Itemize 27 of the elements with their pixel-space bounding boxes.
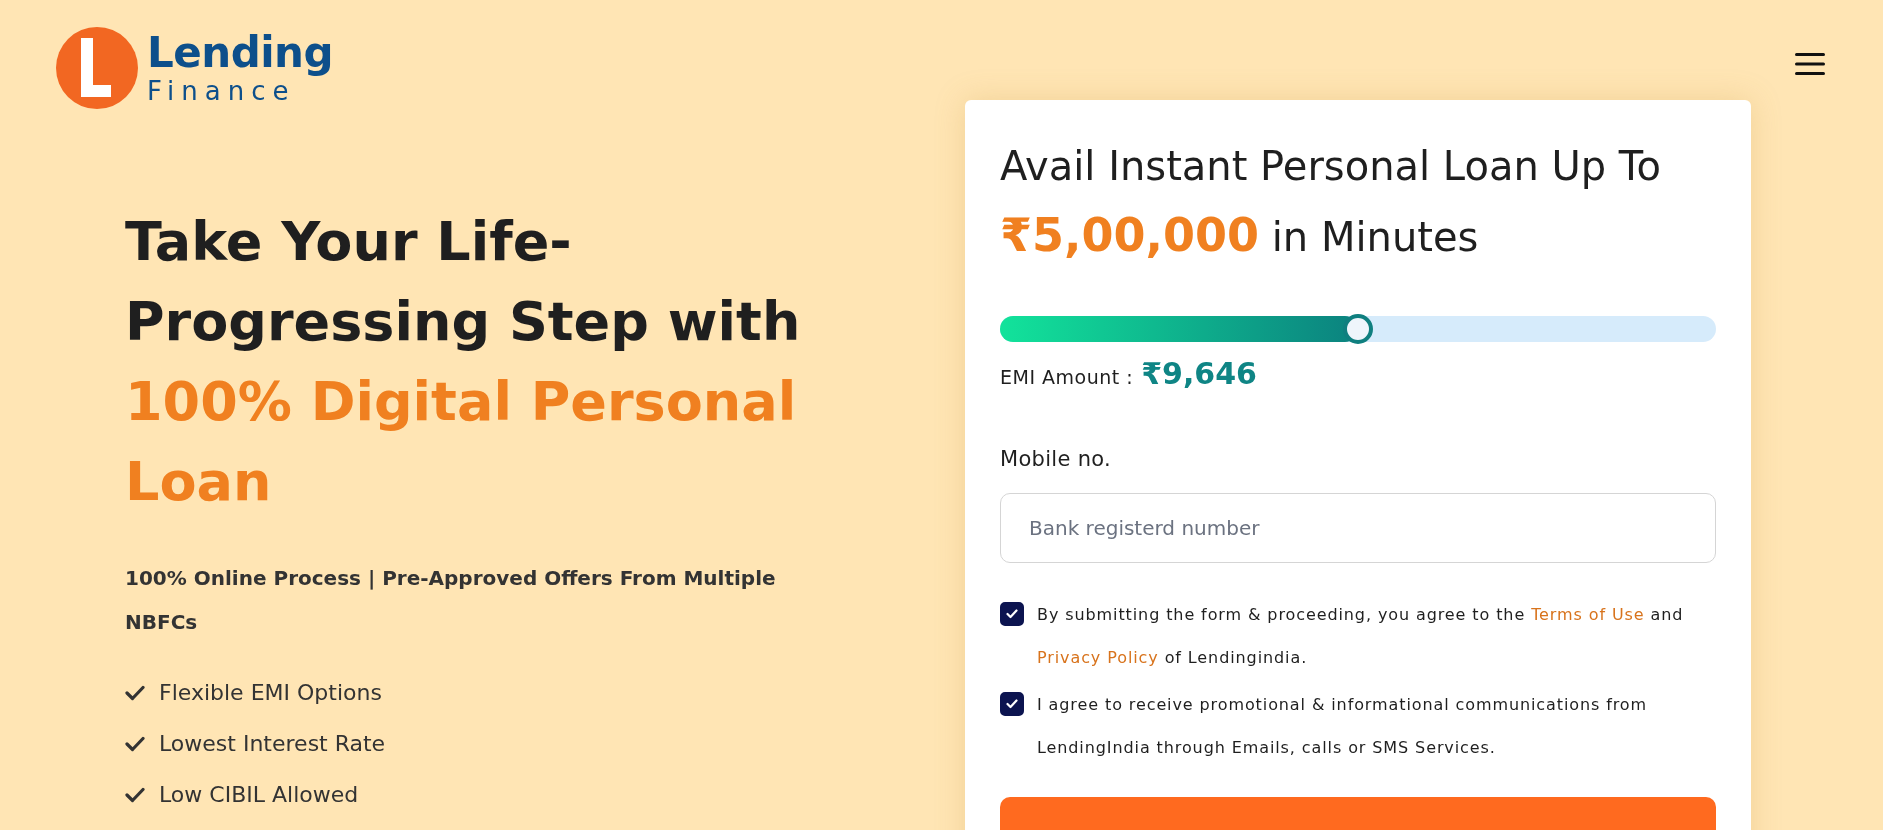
logo-tagline: Finance [147, 78, 297, 104]
logo-wordmark: Lending [147, 32, 334, 74]
mobile-input[interactable]: Bank registerd number [1000, 493, 1716, 563]
hero-subtitle: 100% Online Process | Pre-Approved Offers From Multiple NBFCs [125, 565, 777, 636]
check-icon [125, 735, 145, 752]
logo-icon [55, 26, 139, 110]
emi-value: ₹9,646 [1141, 356, 1257, 391]
consent-checkbox[interactable] [1000, 692, 1024, 716]
feature-text: Low CIBIL Allowed [159, 782, 359, 807]
check-icon [125, 684, 145, 701]
consent-checkbox[interactable] [1000, 602, 1024, 626]
hero-title: Take Your Life-Progressing Step with 100% Digital Personal Loan [125, 209, 802, 515]
feature-text: Flexible EMI Options [159, 680, 382, 705]
check-icon [1006, 609, 1018, 619]
consent-text: By submitting the form & proceeding, you agree to the Terms of Use and Privacy Policy of Lendingindia. [1037, 604, 1685, 669]
menu-icon [1795, 52, 1825, 76]
card-heading: Avail Instant Personal Loan Up To ₹5,00,000 in Minutes [1000, 142, 1662, 264]
consent-text: I agree to receive promotional & informational communications from LendingIndia through Emails, calls or SMS Services. [1037, 694, 1649, 759]
check-icon [125, 786, 145, 803]
mobile-label: Mobile no. [1000, 447, 1113, 471]
loan-slider[interactable] [1000, 316, 1716, 342]
feature-text: Lowest Interest Rate [159, 731, 386, 756]
emi-label: EMI Amount : [1000, 366, 1134, 388]
policy-link[interactable]: Privacy Policy [1037, 648, 1159, 667]
check-icon [1006, 699, 1018, 709]
slider-thumb[interactable] [1343, 314, 1373, 344]
policy-link[interactable]: Terms of Use [1531, 605, 1645, 624]
